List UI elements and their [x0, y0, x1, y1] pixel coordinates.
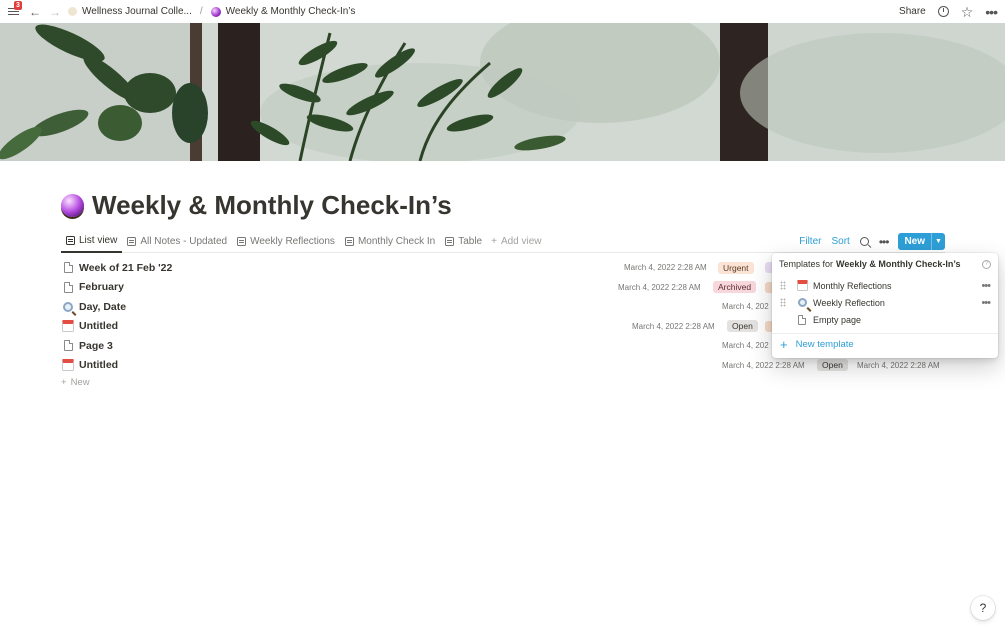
page-icon — [63, 281, 73, 293]
add-view-button[interactable]: + Add view — [487, 231, 546, 253]
new-template-button[interactable]: + New template — [780, 338, 854, 351]
cover-image[interactable] — [0, 23, 1005, 161]
more-options-icon[interactable]: ••• — [981, 297, 991, 309]
tab-list-view[interactable]: List view — [61, 231, 123, 253]
views-toolbar: List view All Notes - Updated Weekly Ref… — [61, 231, 945, 253]
templates-heading-db: Weekly & Monthly Check-In’s — [836, 259, 961, 269]
magnifier-icon — [63, 301, 73, 312]
workspace-icon — [68, 7, 77, 16]
status-badge: Open — [727, 320, 758, 333]
back-arrow-icon[interactable]: ← — [28, 5, 42, 19]
help-circle-icon[interactable]: ? — [982, 259, 991, 269]
favorite-star-icon[interactable]: ☆ — [961, 5, 974, 19]
drag-handle-icon[interactable] — [780, 281, 786, 290]
template-item-monthly-reflections[interactable]: Monthly Reflections ••• — [780, 277, 991, 294]
status-badge: Open — [817, 359, 848, 372]
more-options-icon[interactable]: ••• — [985, 5, 998, 19]
tab-monthly-check-in[interactable]: Monthly Check In — [340, 231, 440, 253]
created-date: March 4, 2022 2:28 AM — [722, 360, 805, 370]
tab-all-notes-updated[interactable]: All Notes - Updated — [122, 231, 232, 253]
share-button[interactable]: Share — [899, 6, 926, 17]
list-item-title: Week of 21 Feb '22 — [79, 261, 173, 274]
tab-table[interactable]: Table — [440, 231, 487, 253]
add-view-label: Add view — [500, 236, 542, 247]
template-item-weekly-reflection[interactable]: Weekly Reflection ••• — [780, 294, 991, 311]
tab-label: Weekly Reflections — [250, 236, 335, 247]
new-template-label: New template — [795, 339, 854, 350]
list-item[interactable]: Untitled March 4, 2022 2:28 AM Open Marc… — [61, 356, 945, 376]
created-date: March 4, 2022 2:28 AM — [618, 282, 701, 292]
table-view-icon — [445, 237, 455, 246]
created-date: March 4, 202 — [722, 341, 769, 351]
add-new-page-button[interactable]: + New — [61, 377, 90, 388]
tab-weekly-reflections[interactable]: Weekly Reflections — [232, 231, 340, 253]
page-icon — [63, 262, 73, 274]
tab-label: Table — [458, 236, 483, 247]
breadcrumb-label: Weekly & Monthly Check-In’s — [225, 6, 356, 17]
edited-date: March 4, 2022 2:28 AM — [857, 360, 940, 370]
crystal-ball-icon[interactable] — [61, 194, 84, 217]
created-date: March 4, 2022 2:28 AM — [632, 321, 715, 331]
tab-label: Monthly Check In — [357, 236, 436, 247]
tab-label: All Notes - Updated — [140, 236, 228, 247]
breadcrumb-separator: / — [199, 6, 203, 17]
plus-icon: + — [61, 377, 67, 388]
templates-popup: Templates for Weekly & Monthly Check-In’… — [772, 253, 998, 358]
cover-plant-illustration — [0, 23, 1005, 161]
list-item-title: Day, Date — [79, 300, 127, 313]
page-icon — [63, 340, 73, 352]
created-date: March 4, 202 — [722, 302, 769, 312]
sort-button[interactable]: Sort — [831, 236, 849, 247]
filter-button[interactable]: Filter — [799, 236, 821, 247]
page-title[interactable]: Weekly & Monthly Check-In’s — [61, 190, 452, 221]
list-item-title: Untitled — [79, 359, 119, 372]
search-icon[interactable] — [859, 237, 869, 246]
add-new-label: New — [70, 377, 90, 388]
breadcrumb-workspace[interactable]: Wellness Journal Colle... — [68, 6, 192, 17]
more-options-icon[interactable]: ••• — [981, 280, 991, 292]
plus-icon: + — [780, 337, 788, 352]
page-title-text: Weekly & Monthly Check-In’s — [92, 190, 452, 220]
page-icon — [798, 314, 806, 325]
list-view-icon — [127, 237, 137, 246]
notification-badge: 3 — [14, 0, 22, 10]
new-button[interactable]: New — [898, 233, 931, 250]
templates-heading-prefix: Templates for — [779, 259, 834, 269]
sidebar-menu-button[interactable]: 3 — [8, 0, 22, 18]
tab-label: List view — [79, 235, 118, 246]
topbar: 3 ← → Wellness Journal Colle... / Weekly… — [0, 0, 1005, 23]
magnifier-icon — [797, 298, 807, 307]
forward-arrow-icon[interactable]: → — [48, 5, 62, 19]
list-item-title: Untitled — [79, 320, 119, 333]
history-clock-icon[interactable] — [937, 6, 949, 17]
list-view-icon — [344, 237, 354, 246]
drag-handle-icon[interactable] — [780, 298, 786, 307]
templates-heading: Templates for Weekly & Monthly Check-In’… — [779, 259, 991, 269]
breadcrumb-current-page[interactable]: Weekly & Monthly Check-In’s — [210, 6, 356, 17]
created-date: March 4, 2022 2:28 AM — [624, 263, 707, 273]
divider — [772, 333, 998, 334]
status-badge: Archived — [713, 281, 757, 294]
list-view-icon — [66, 236, 75, 245]
calendar-icon — [62, 320, 74, 333]
template-label: Monthly Reflections — [813, 280, 892, 291]
new-button-group: New ▼ — [898, 233, 945, 250]
template-label: Empty page — [813, 314, 862, 325]
list-view-icon — [237, 237, 247, 246]
template-label: Weekly Reflection — [813, 297, 885, 308]
template-item-empty-page[interactable]: Empty page — [780, 311, 990, 328]
calendar-icon — [62, 359, 74, 372]
calendar-icon — [796, 280, 808, 291]
help-button[interactable]: ? — [971, 596, 995, 620]
more-options-icon[interactable]: ••• — [879, 235, 890, 249]
plus-icon: + — [491, 236, 497, 247]
list-item-title: Page 3 — [79, 339, 113, 352]
crystal-ball-icon — [210, 6, 221, 17]
chevron-down-icon[interactable]: ▼ — [931, 233, 945, 250]
status-badge: Urgent — [718, 261, 754, 274]
list-item-title: February — [79, 281, 124, 294]
breadcrumb-label: Wellness Journal Colle... — [82, 6, 192, 17]
